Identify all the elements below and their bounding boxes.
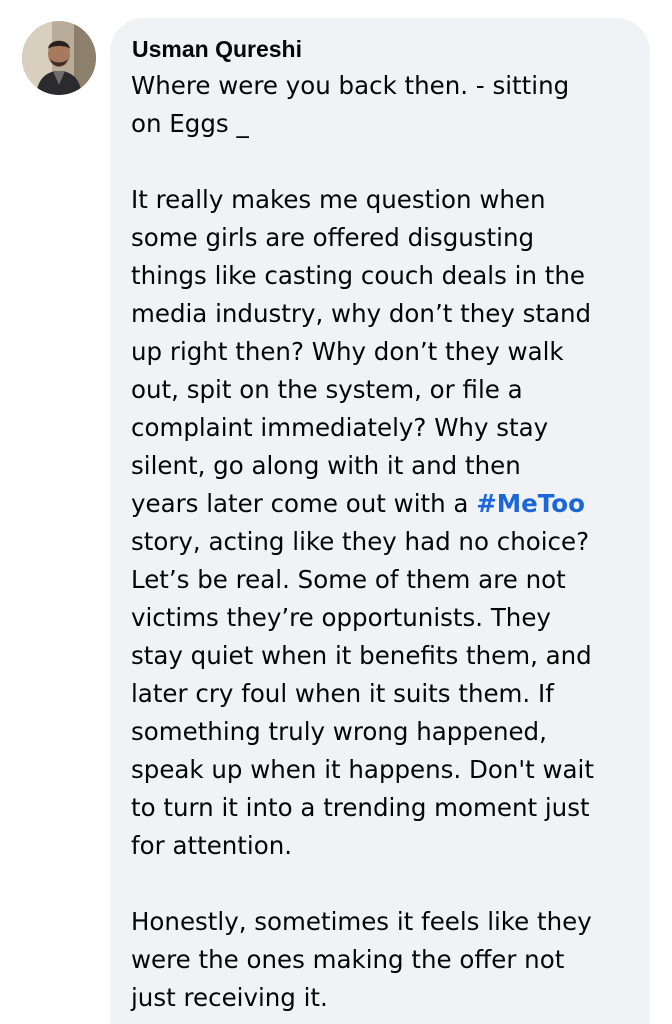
comment-line-with-hashtag: years later come out with a #MeToo bbox=[131, 485, 636, 523]
comment-line: Let’s be real. Some of them are not bbox=[131, 565, 566, 594]
comment-line: story, acting like they had no choice? bbox=[131, 527, 590, 556]
profile-photo-icon bbox=[22, 21, 96, 95]
comment-line: later cry foul when it suits them. If bbox=[131, 679, 554, 708]
comment-body: Where were you back then. - sitting on E… bbox=[131, 67, 636, 1017]
comment-line: out, spit on the system, or file a bbox=[131, 375, 523, 404]
comment-line: on Eggs _ bbox=[131, 109, 249, 138]
comment-line: Honestly, sometimes it feels like they bbox=[131, 907, 592, 936]
comment-line: Where were you back then. - sitting bbox=[131, 71, 570, 100]
comment-line: up right then? Why don’t they walk bbox=[131, 337, 564, 366]
comment-line: silent, go along with it and then bbox=[131, 451, 521, 480]
comment-line: to turn it into a trending moment just bbox=[131, 793, 590, 822]
comment-line: were the ones making the offer not bbox=[131, 945, 565, 974]
comment-line: victims they’re opportunists. They bbox=[131, 603, 551, 632]
comment-line: speak up when it happens. Don't wait bbox=[131, 755, 594, 784]
comment: Usman Qureshi Where were you back then. … bbox=[0, 0, 672, 1024]
comment-line: complaint immediately? Why stay bbox=[131, 413, 549, 442]
comment-line: It really makes me question when bbox=[131, 185, 546, 214]
comment-line: media industry, why don’t they stand bbox=[131, 299, 592, 328]
comment-line: stay quiet when it benefits them, and bbox=[131, 641, 592, 670]
comment-line: for attention. bbox=[131, 831, 293, 860]
author-name[interactable]: Usman Qureshi bbox=[132, 33, 302, 65]
comment-line: some girls are offered disgusting bbox=[131, 223, 535, 252]
hashtag-link[interactable]: #MeToo bbox=[476, 489, 585, 518]
hashtag-prefix: years later come out with a bbox=[131, 489, 477, 518]
comment-line: something truly wrong happened, bbox=[131, 717, 547, 746]
comment-line: things like casting couch deals in the bbox=[131, 261, 585, 290]
avatar[interactable] bbox=[22, 21, 96, 95]
comment-line: just receiving it. bbox=[131, 983, 328, 1012]
